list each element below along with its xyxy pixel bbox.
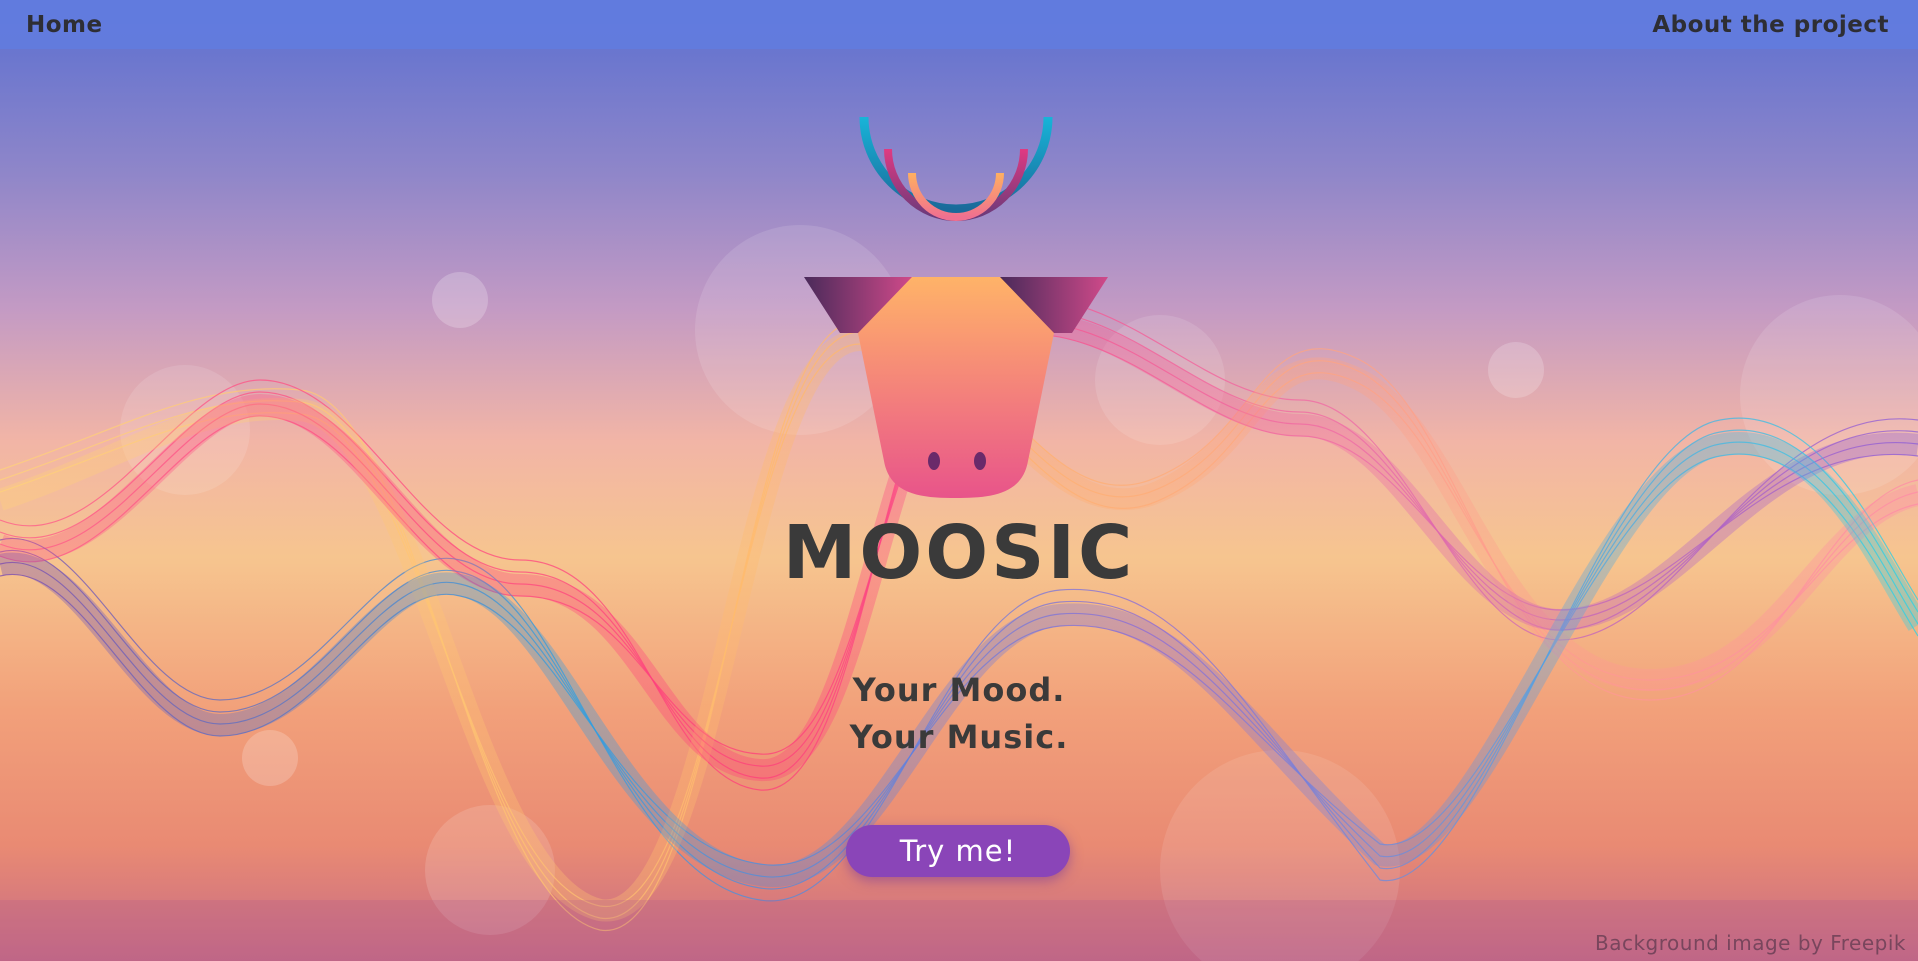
cow-headphones-logo — [804, 116, 1108, 498]
tagline: Your Mood. Your Music. — [0, 667, 1918, 761]
tagline-line-1: Your Mood. — [852, 671, 1066, 709]
app-title: MOOSIC — [782, 510, 1136, 596]
try-me-button[interactable]: Try me! — [846, 825, 1070, 877]
tagline-line-2: Your Music. — [849, 718, 1069, 756]
home-link[interactable]: Home — [26, 12, 103, 38]
background-credit: Background image by Freepik — [1595, 931, 1906, 955]
about-project-link[interactable]: About the project — [1652, 12, 1889, 38]
left-nostril — [928, 452, 940, 470]
right-nostril — [974, 452, 986, 470]
top-nav-bar: Home About the project — [0, 0, 1918, 49]
cow-face-shape — [858, 277, 1054, 498]
